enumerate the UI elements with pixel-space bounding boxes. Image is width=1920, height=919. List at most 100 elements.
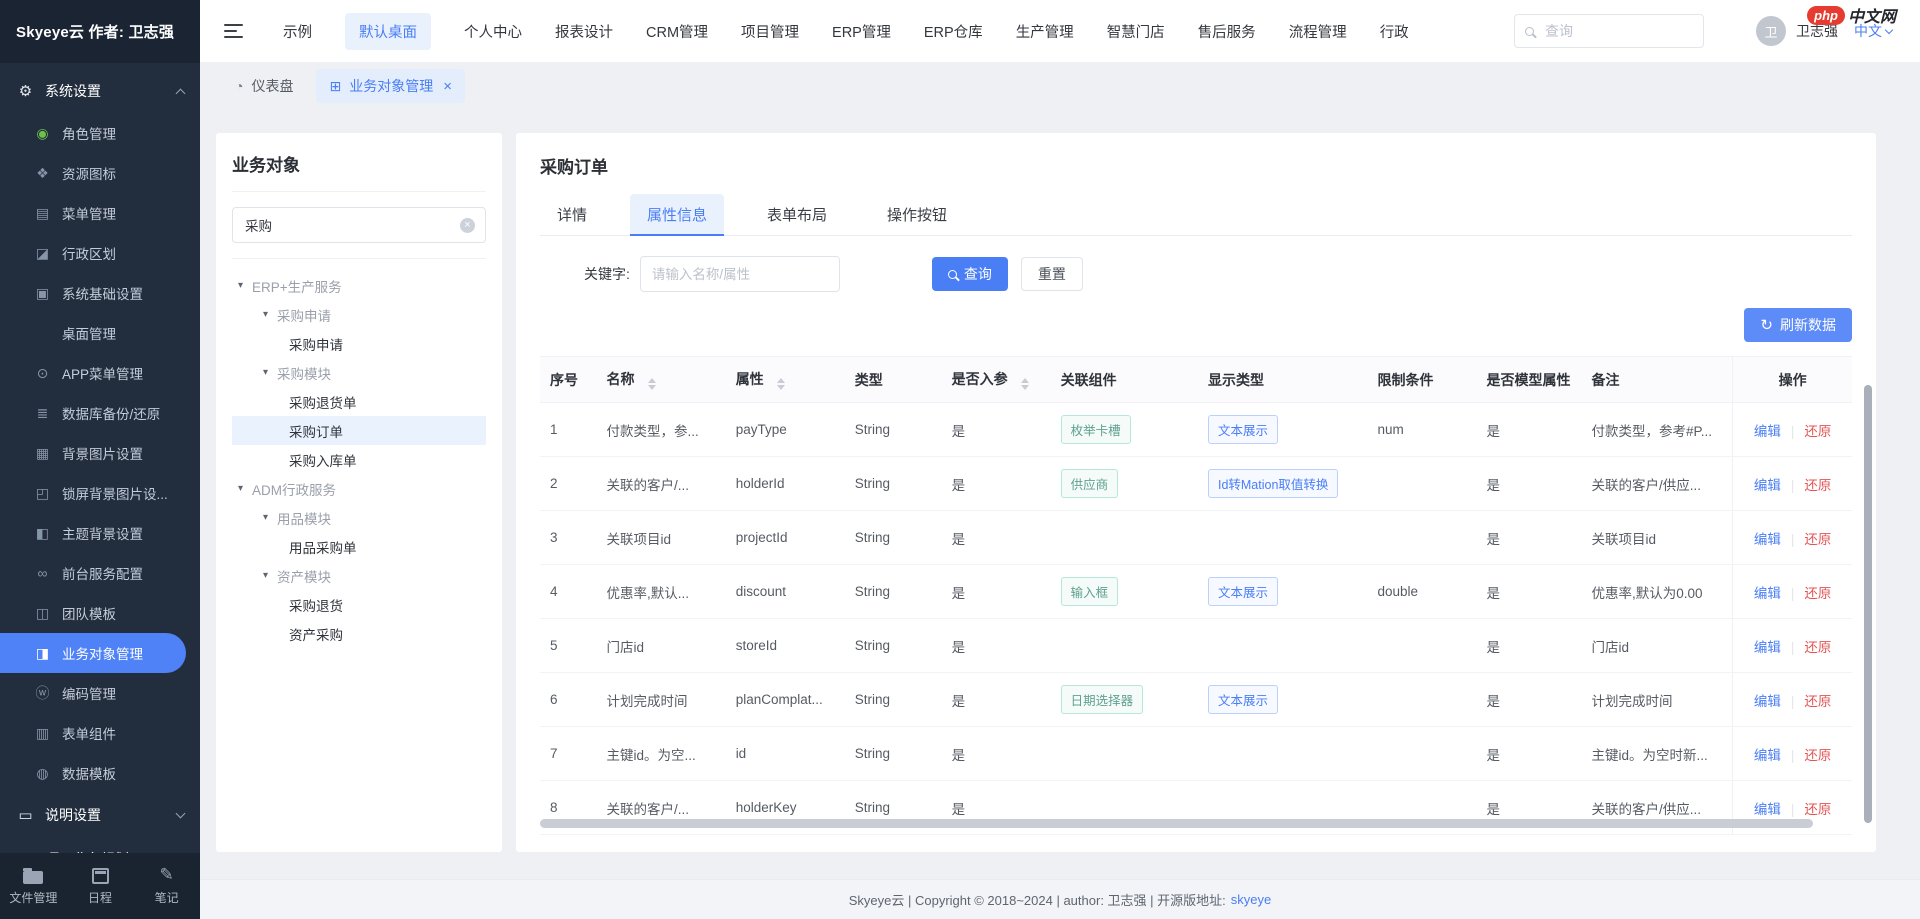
nav-item-ERP管理[interactable]: ERP管理 — [832, 13, 891, 50]
caret-down-icon[interactable]: ▾ — [263, 571, 268, 581]
horizontal-scrollbar[interactable] — [540, 819, 1813, 828]
sort-asc-icon[interactable] — [777, 378, 785, 383]
restore-link[interactable]: 还原 — [1804, 694, 1831, 709]
refresh-data-button[interactable]: ↻ 刷新数据 — [1744, 308, 1852, 342]
edit-link[interactable]: 编辑 — [1754, 694, 1781, 709]
menu-collapse-icon[interactable] — [224, 24, 243, 38]
tree-node-采购退货[interactable]: 采购退货 — [232, 590, 486, 619]
sidebar-item-背景图片设置[interactable]: ▦背景图片设置 — [0, 433, 200, 473]
sort-desc-icon[interactable] — [648, 385, 656, 390]
sort-icon[interactable] — [777, 378, 785, 390]
restore-link[interactable]: 还原 — [1804, 424, 1831, 439]
sidebar-item-主题背景设置[interactable]: ◧主题背景设置 — [0, 513, 200, 553]
avatar[interactable]: 卫 — [1756, 16, 1786, 46]
nav-item-示例[interactable]: 示例 — [283, 13, 312, 50]
nav-item-智慧门店[interactable]: 智慧门店 — [1107, 13, 1165, 50]
edit-link[interactable]: 编辑 — [1754, 424, 1781, 439]
nav-item-报表设计[interactable]: 报表设计 — [555, 13, 613, 50]
tree-node-采购申请[interactable]: 采购申请 — [232, 329, 486, 358]
edit-link[interactable]: 编辑 — [1754, 802, 1781, 817]
nav-item-默认桌面[interactable]: 默认桌面 — [345, 13, 431, 50]
tab-属性信息[interactable]: 属性信息 — [630, 194, 724, 235]
sidebar-item-编码管理[interactable]: ⓦ编码管理 — [0, 673, 200, 713]
tree-node-资产模块[interactable]: ▾资产模块 — [232, 561, 486, 590]
tree-node-资产采购[interactable]: 资产采购 — [232, 619, 486, 648]
table-row: 1付款类型，参...payTypeString是枚举卡槽文本展示num是付款类型… — [540, 403, 1852, 457]
sidebar-item-表单组件[interactable]: ▥表单组件 — [0, 713, 200, 753]
tab-business-object-management[interactable]: ⊞ 业务对象管理 × — [316, 69, 465, 103]
nav-item-ERP仓库[interactable]: ERP仓库 — [924, 13, 983, 50]
restore-link[interactable]: 还原 — [1804, 748, 1831, 763]
vertical-scrollbar[interactable] — [1864, 385, 1872, 823]
footer-link[interactable]: skyeye — [1231, 892, 1271, 907]
sidebar-item-系统基础设置[interactable]: ▣系统基础设置 — [0, 273, 200, 313]
nav-item-售后服务[interactable]: 售后服务 — [1198, 13, 1256, 50]
close-icon[interactable]: × — [443, 79, 452, 94]
nav-item-个人中心[interactable]: 个人中心 — [464, 13, 522, 50]
sidebar-item-前台服务配置[interactable]: ∞前台服务配置 — [0, 553, 200, 593]
caret-down-icon[interactable]: ▾ — [263, 368, 268, 378]
tab-详情[interactable]: 详情 — [540, 194, 604, 235]
global-search-input[interactable] — [1543, 22, 1693, 40]
caret-down-icon[interactable]: ▾ — [238, 281, 243, 291]
caret-down-icon[interactable]: ▾ — [263, 513, 268, 523]
edit-link[interactable]: 编辑 — [1754, 640, 1781, 655]
tree-node-用品模块[interactable]: ▾用品模块 — [232, 503, 486, 532]
edit-link[interactable]: 编辑 — [1754, 748, 1781, 763]
sidebar-item-桌面管理[interactable]: 桌面管理 — [0, 313, 200, 353]
nav-item-项目管理[interactable]: 项目管理 — [741, 13, 799, 50]
tree-node-采购申请[interactable]: ▾采购申请 — [232, 300, 486, 329]
tree-node-用品采购单[interactable]: 用品采购单 — [232, 532, 486, 561]
sort-icon[interactable] — [648, 378, 656, 390]
dock-item-schedule[interactable]: 日程 — [67, 866, 134, 906]
sidebar-item-菜单管理[interactable]: ▤菜单管理 — [0, 193, 200, 233]
sidebar-item-资源图标[interactable]: ❖资源图标 — [0, 153, 200, 193]
tree-node-ERP+生产服务[interactable]: ▾ERP+生产服务 — [232, 271, 486, 300]
tree-node-采购退货单[interactable]: 采购退货单 — [232, 387, 486, 416]
nav-item-CRM管理[interactable]: CRM管理 — [646, 13, 708, 50]
sort-desc-icon[interactable] — [1021, 385, 1029, 390]
sort-asc-icon[interactable] — [1021, 378, 1029, 383]
edit-link[interactable]: 编辑 — [1754, 586, 1781, 601]
caret-down-icon[interactable]: ▾ — [263, 310, 268, 320]
tab-dashboard[interactable]: ◔ 仪表盘 — [222, 69, 306, 103]
sidebar-item-团队模板[interactable]: ◫团队模板 — [0, 593, 200, 633]
sidebar-item-行政区划[interactable]: ◪行政区划 — [0, 233, 200, 273]
reset-button[interactable]: 重置 — [1021, 257, 1083, 291]
dock-item-notes[interactable]: ✎ 笔记 — [133, 866, 200, 906]
restore-link[interactable]: 还原 — [1804, 802, 1831, 817]
clear-icon[interactable]: × — [460, 218, 475, 233]
sidebar-item-数据模板[interactable]: ◍数据模板 — [0, 753, 200, 793]
nav-item-流程管理[interactable]: 流程管理 — [1289, 13, 1347, 50]
edit-link[interactable]: 编辑 — [1754, 478, 1781, 493]
nav-item-生产管理[interactable]: 生产管理 — [1016, 13, 1074, 50]
sidebar-item-APP菜单管理[interactable]: ⊙APP菜单管理 — [0, 353, 200, 393]
sort-icon[interactable] — [1021, 378, 1029, 390]
restore-link[interactable]: 还原 — [1804, 478, 1831, 493]
restore-link[interactable]: 还原 — [1804, 640, 1831, 655]
sidebar-item-锁屏背景图片设...[interactable]: ◰锁屏背景图片设... — [0, 473, 200, 513]
sort-asc-icon[interactable] — [648, 378, 656, 383]
sort-desc-icon[interactable] — [777, 385, 785, 390]
tab-表单布局[interactable]: 表单布局 — [750, 194, 844, 235]
sidebar-item-数据库备份/还原[interactable]: ≣数据库备份/还原 — [0, 393, 200, 433]
restore-link[interactable]: 还原 — [1804, 532, 1831, 547]
restore-link[interactable]: 还原 — [1804, 586, 1831, 601]
edit-link[interactable]: 编辑 — [1754, 532, 1781, 547]
tree-node-采购入库单[interactable]: 采购入库单 — [232, 445, 486, 474]
caret-down-icon[interactable]: ▾ — [238, 484, 243, 494]
tree-node-ADM行政服务[interactable]: ▾ADM行政服务 — [232, 474, 486, 503]
tree-node-采购模块[interactable]: ▾采购模块 — [232, 358, 486, 387]
dock-item-file-manager[interactable]: 文件管理 — [0, 866, 67, 906]
tab-操作按钮[interactable]: 操作按钮 — [870, 194, 964, 235]
nav-item-行政[interactable]: 行政 — [1380, 13, 1409, 50]
sidebar-item-角色管理[interactable]: ◉角色管理 — [0, 113, 200, 153]
sidebar-item-业务对象管理[interactable]: ◨业务对象管理 — [0, 633, 186, 673]
query-button[interactable]: 查询 — [932, 257, 1008, 291]
sidebar-section-system-settings[interactable]: ⚙ 系统设置 — [0, 69, 200, 113]
tree-node-采购订单[interactable]: 采购订单 — [232, 416, 486, 445]
keyword-input[interactable] — [640, 256, 840, 292]
sidebar-section-说明设置[interactable]: ▭说明设置 — [0, 793, 200, 837]
tree-search-input[interactable] — [243, 217, 460, 234]
sidebar-section-项目业务规划[interactable]: ▬项目业务规划 — [0, 837, 200, 853]
